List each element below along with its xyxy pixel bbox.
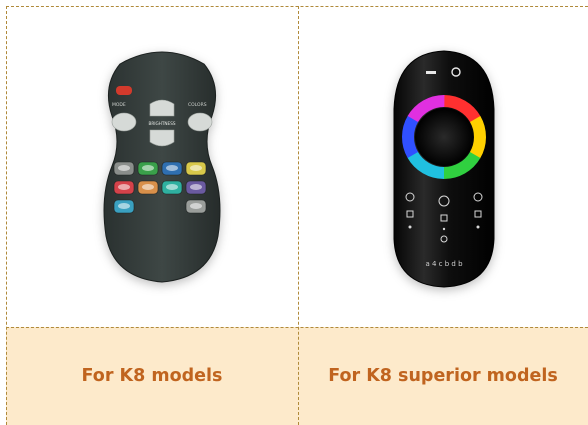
remote-image-cell-k8-superior: a 4 c b d b [298,6,588,327]
table-border-center [298,6,299,425]
table-border-top [6,6,588,7]
remote-image-cell-k8: MODE COLORS BRIGHTNESS [6,6,298,327]
classic-ir-remote-image: MODE COLORS BRIGHTNESS [103,51,221,283]
caption-k8-superior: For K8 superior models [328,366,558,386]
off-icon [426,71,436,74]
remote-label-mode: MODE [112,102,126,108]
power-icon [116,86,132,95]
caption-k8: For K8 models [81,366,223,386]
remote-label-brightness: BRIGHTNESS [148,121,175,126]
touch-rgb-remote-image: a 4 c b d b [393,50,495,288]
table-border-left [6,6,7,425]
remote-label-colors: COLORS [188,102,207,108]
caption-cell-k8-superior: For K8 superior models [298,327,588,425]
caption-cell-k8: For K8 models [6,327,298,425]
remote-bottom-text: a 4 c b d b [425,260,463,268]
product-table: MODE COLORS BRIGHTNESS a 4 c b d b For K… [6,6,588,425]
table-border-middle [6,327,588,328]
